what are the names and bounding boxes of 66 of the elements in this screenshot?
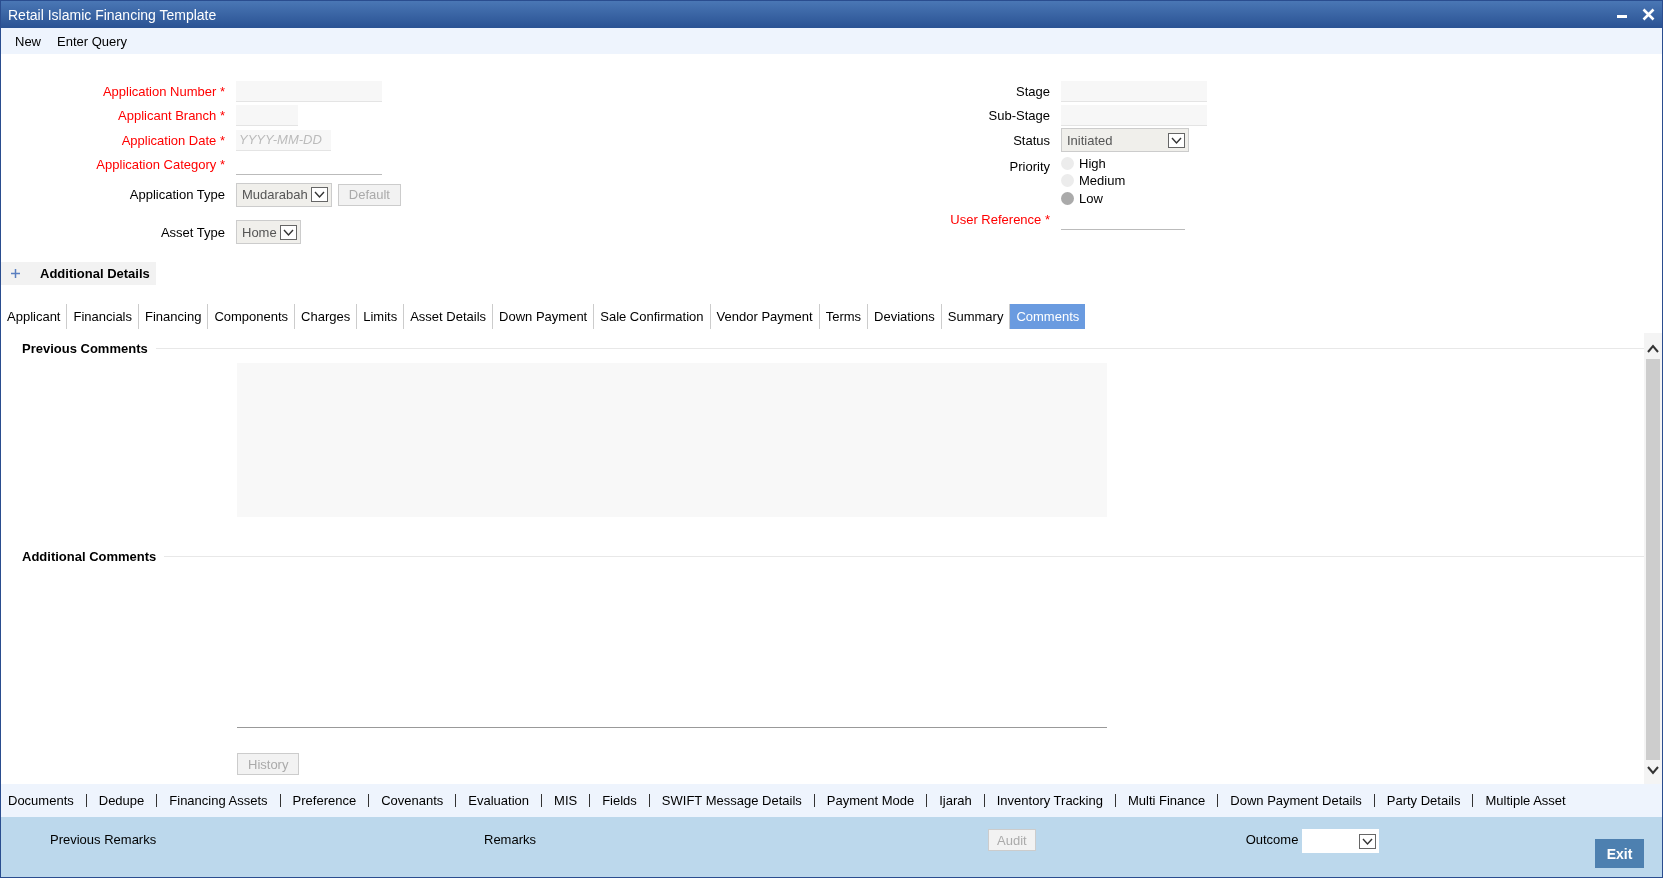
caret-icon: [1168, 132, 1185, 148]
link[interactable]: Down Payment Details: [1230, 793, 1362, 808]
close-icon[interactable]: [1642, 8, 1655, 21]
outcome-dropdown[interactable]: [1302, 829, 1380, 853]
field-label: Priority: [1008, 157, 1051, 174]
link[interactable]: Covenants: [381, 793, 444, 808]
tab[interactable]: Limits: [357, 304, 405, 329]
field-label: Asset Type: [159, 224, 226, 240]
section-title: Previous Comments: [22, 340, 148, 356]
radio-label: Medium: [1079, 173, 1126, 189]
field-label: User Reference *: [949, 212, 1051, 228]
caret-icon: [310, 187, 328, 202]
link[interactable]: Inventory Tracking: [996, 793, 1103, 808]
tab[interactable]: Sale Confirmation: [594, 304, 711, 329]
tab[interactable]: Applicant: [1, 304, 68, 329]
tab[interactable]: Asset Details: [404, 304, 494, 329]
link[interactable]: SWIFT Message Details: [661, 793, 802, 808]
field-label: Previous Remarks: [50, 832, 158, 847]
caret-icon: [279, 224, 297, 240]
field-label: Stage: [1015, 83, 1051, 99]
additional-details-header[interactable]: Additional Details: [1, 262, 156, 285]
link[interactable]: Financing Assets: [169, 793, 268, 808]
plus-icon: [11, 269, 20, 278]
link[interactable]: Fields: [602, 793, 637, 808]
field-label: Application Date *: [120, 132, 226, 148]
field-label: Sub-Stage: [987, 108, 1051, 124]
window-title: Retail Islamic Financing Template: [8, 6, 217, 23]
radio-button[interactable]: [1061, 191, 1074, 205]
link[interactable]: Documents: [8, 793, 74, 808]
link[interactable]: Multiple Asset: [1485, 793, 1566, 808]
field-label: Application Number *: [101, 83, 226, 99]
link[interactable]: Party Details: [1386, 793, 1461, 808]
dropdown[interactable]: Mudarabah: [236, 182, 332, 207]
tab[interactable]: Deviations: [868, 304, 942, 329]
link[interactable]: Multi Finance: [1127, 793, 1206, 808]
dropdown[interactable]: Initiated: [1061, 128, 1189, 153]
link[interactable]: Ijarah: [939, 793, 972, 808]
link[interactable]: Payment Mode: [826, 793, 915, 808]
link[interactable]: Evaluation: [468, 793, 530, 808]
tab[interactable]: Down Payment: [493, 304, 595, 329]
field-label: Application Type: [128, 187, 226, 202]
scrollbar[interactable]: [1644, 333, 1662, 784]
radio-label: Low: [1079, 190, 1103, 206]
section-title: Additional Comments: [22, 548, 157, 564]
tab[interactable]: Components: [208, 304, 296, 329]
toolbar-item[interactable]: Enter Query: [49, 33, 136, 49]
date-field[interactable]: YYYY-MM-DD: [236, 129, 331, 151]
tab[interactable]: Financials: [67, 304, 139, 329]
dropdown[interactable]: Home: [236, 220, 301, 244]
link[interactable]: Dedupe: [98, 793, 145, 808]
toolbar-item[interactable]: New: [7, 33, 49, 49]
field-label: Remarks: [484, 832, 537, 847]
field-label: Application Category *: [95, 157, 226, 173]
radio-label: High: [1079, 155, 1106, 171]
link[interactable]: Preference: [292, 793, 357, 808]
tab[interactable]: Terms: [819, 304, 869, 329]
section-title: Additional Details: [40, 266, 150, 281]
caret-icon: [1359, 833, 1377, 849]
tab[interactable]: Vendor Payment: [710, 304, 820, 329]
link[interactable]: MIS: [554, 793, 578, 808]
field-label: Outcome: [1245, 832, 1299, 847]
exit-button[interactable]: Exit: [1595, 839, 1644, 868]
field-label: Status: [1012, 132, 1051, 148]
tab[interactable]: Financing: [139, 304, 209, 329]
tab[interactable]: Charges: [295, 304, 358, 329]
field-label: Applicant Branch *: [117, 108, 226, 124]
